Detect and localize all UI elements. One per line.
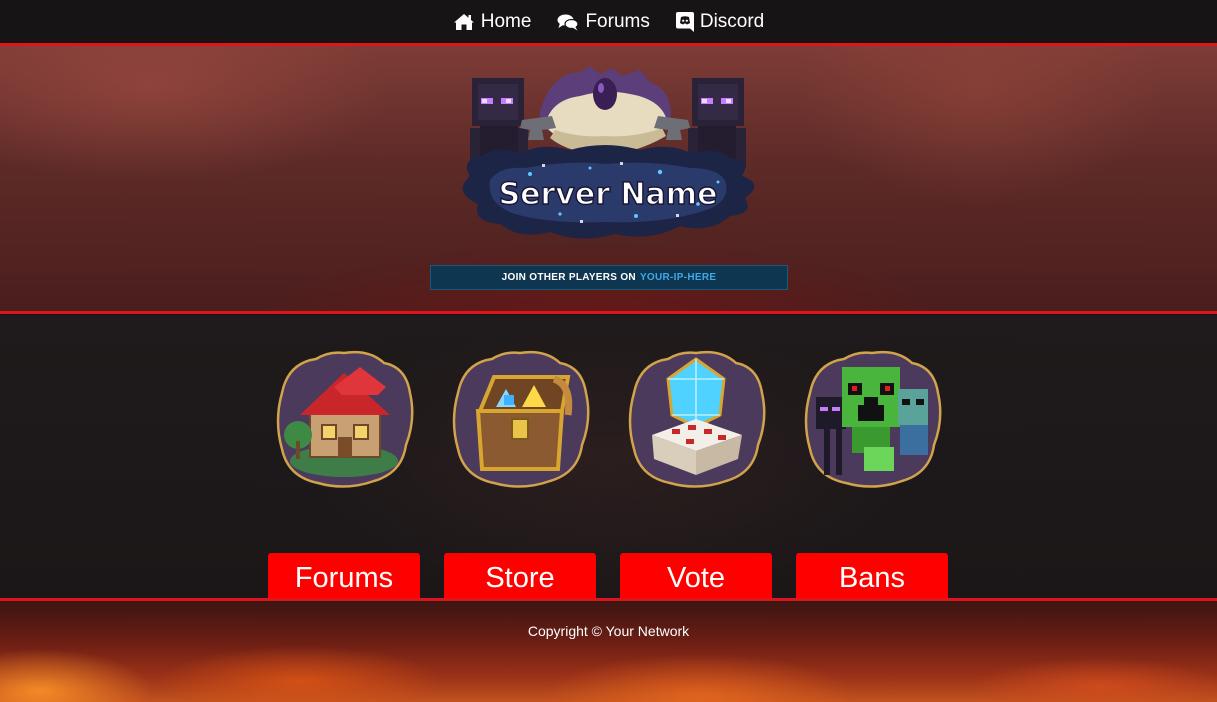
feature-card-vote: Vote	[620, 349, 772, 603]
copyright-text: Copyright © Your Network	[527, 623, 690, 639]
treasure-chest-icon	[452, 350, 590, 488]
nav-discord-label: Discord	[699, 10, 765, 32]
hero-banner: Server Name JOIN OTHER PLAYERS ON YOUR-I…	[0, 46, 1217, 311]
logo-text: Server Name	[499, 177, 718, 212]
diamond-cake-icon	[628, 350, 766, 488]
nav-home-label: Home	[480, 10, 532, 32]
join-text: JOIN OTHER PLAYERS ON	[501, 272, 636, 283]
discord-icon	[675, 11, 694, 32]
top-navigation: Home Forums Discord	[0, 0, 1217, 43]
forums-button[interactable]: Forums	[268, 553, 420, 603]
footer: Copyright © Your Network	[0, 601, 1217, 702]
feature-card-forums: Forums	[268, 349, 420, 603]
divider-line	[0, 311, 1217, 314]
features-section: Forums Store Vote Bans	[0, 315, 1217, 603]
vote-button[interactable]: Vote	[620, 553, 772, 603]
home-icon	[453, 13, 474, 30]
creeper-mobs-icon	[804, 350, 942, 488]
nav-discord-link[interactable]: Discord	[675, 10, 765, 33]
feature-card-bans: Bans	[796, 349, 948, 603]
bans-button[interactable]: Bans	[796, 553, 948, 603]
nav-forums-label: Forums	[585, 10, 650, 32]
store-button[interactable]: Store	[444, 553, 596, 603]
nav-home-link[interactable]: Home	[453, 10, 532, 33]
feature-card-store: Store	[444, 349, 596, 603]
server-logo: Server Name	[430, 64, 780, 246]
comments-icon	[557, 14, 580, 30]
join-server-banner: JOIN OTHER PLAYERS ON YOUR-IP-HERE	[430, 265, 788, 290]
server-ip-link[interactable]: YOUR-IP-HERE	[640, 272, 716, 283]
house-icon	[276, 350, 414, 488]
nav-forums-link[interactable]: Forums	[557, 10, 650, 33]
